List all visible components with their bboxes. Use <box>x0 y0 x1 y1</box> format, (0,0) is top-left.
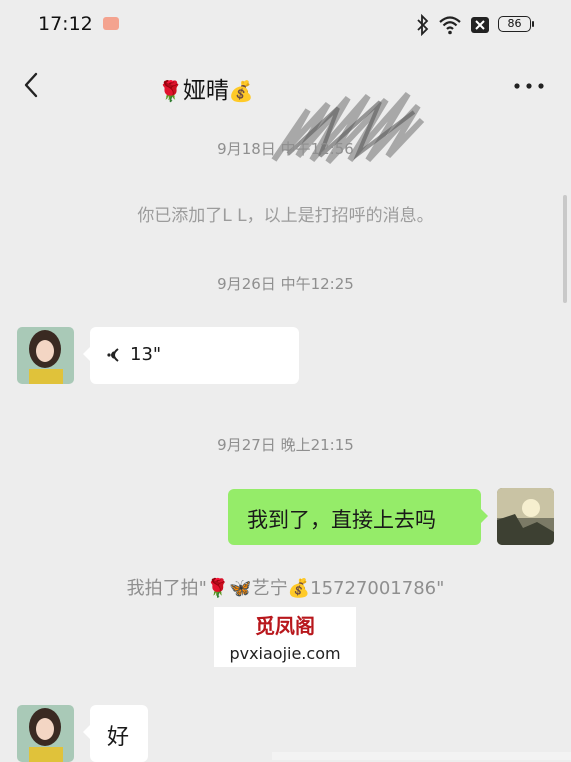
timestamp-3: 9月27日 晚上21:15 <box>217 436 354 454</box>
sent-message-bubble[interactable]: 我到了，直接上去吗 <box>228 489 488 545</box>
chat-title[interactable]: 🌹娅晴💰 <box>158 71 254 105</box>
timestamp-1: 9月18日 中午12:56 <box>217 140 354 158</box>
reply-message-text: 好 <box>107 725 130 750</box>
timestamp-2: 9月26日 中午12:25 <box>217 275 354 293</box>
battery-level: 86 <box>507 17 522 30</box>
more-dots-icon[interactable] <box>512 81 546 91</box>
partial-banner <box>272 752 571 760</box>
battery-icon: 86 <box>498 16 534 32</box>
chat-header: 🌹娅晴💰 <box>0 52 571 165</box>
wifi-icon <box>439 16 461 35</box>
site-watermark: 觅凤阁 pvxiaojie.com <box>214 607 356 667</box>
my-avatar[interactable] <box>497 488 554 545</box>
voice-message-bubble[interactable]: 13" <box>83 327 299 384</box>
sim-off-icon <box>471 17 489 33</box>
money-bag-emoji: 💰 <box>228 79 254 103</box>
reply-message-bubble[interactable]: 好 <box>83 705 148 762</box>
watermark-url: pvxiaojie.com <box>229 644 341 663</box>
bluetooth-icon <box>417 14 429 36</box>
pat-notice: 我拍了拍"🌹🦋艺宁💰15727001786" <box>126 578 445 599</box>
contact-avatar[interactable] <box>17 327 74 384</box>
rose-emoji: 🌹 <box>158 79 183 103</box>
watermark-title: 觅凤阁 <box>255 614 315 638</box>
status-time: 17:12 <box>38 13 93 35</box>
voice-wave-icon <box>107 348 119 362</box>
status-bar: 17:12 86 <box>0 0 571 52</box>
system-message-added: 你已添加了L L，以上是打招呼的消息。 <box>137 206 434 226</box>
voice-duration: 13" <box>130 344 162 365</box>
scrollbar[interactable] <box>563 195 567 303</box>
sent-message-text: 我到了，直接上去吗 <box>247 508 436 532</box>
back-arrow-icon[interactable] <box>18 70 48 100</box>
app-notification-icon <box>103 17 119 30</box>
chat-contact-name: 娅晴 <box>182 78 229 104</box>
contact-avatar[interactable] <box>17 705 74 762</box>
